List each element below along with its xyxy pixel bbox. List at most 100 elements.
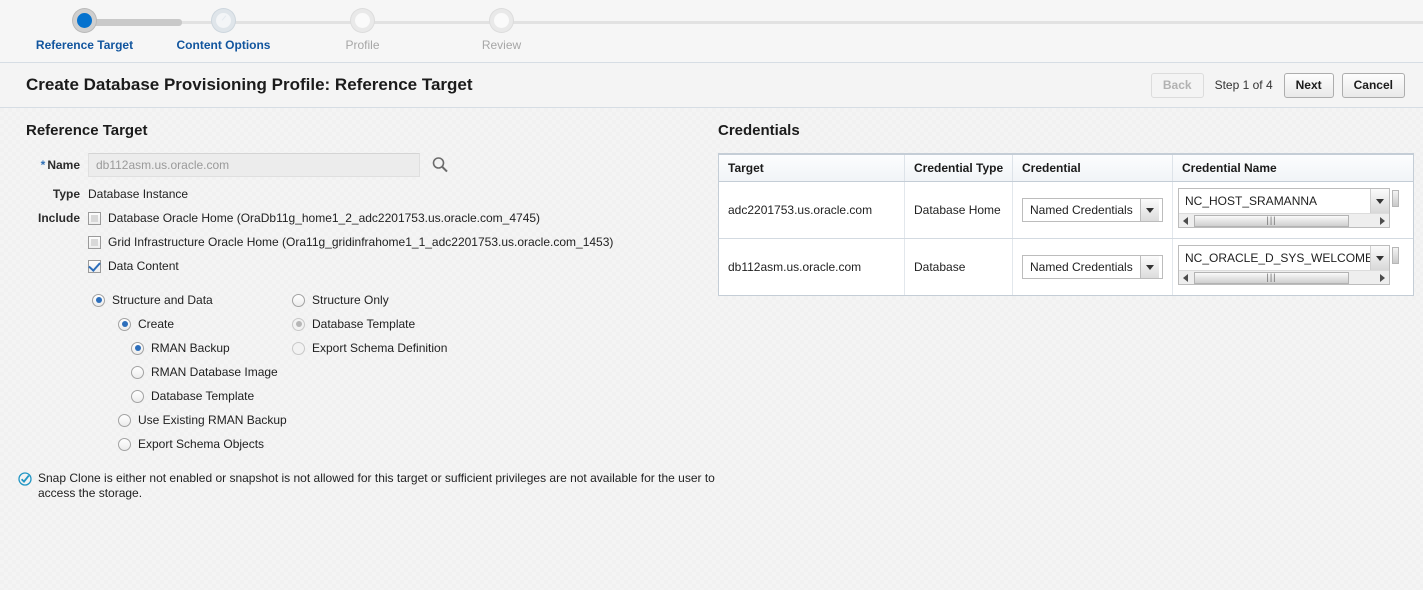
column-header-target[interactable]: Target	[719, 155, 905, 181]
type-row: Type Database Instance	[26, 187, 700, 201]
cell-credential-type: Database Home	[905, 182, 1013, 238]
cell-target: adc2201753.us.oracle.com	[719, 182, 905, 238]
scroll-right-arrow-icon[interactable]	[1376, 214, 1389, 227]
checkbox-icon[interactable]	[88, 235, 101, 249]
back-button[interactable]: Back	[1150, 72, 1204, 98]
next-button[interactable]: Next	[1283, 72, 1334, 98]
radio-icon[interactable]	[131, 365, 144, 379]
search-icon[interactable]	[430, 155, 450, 175]
name-input[interactable]: db112asm.us.oracle.com	[88, 153, 420, 177]
credential-name-value: NC_ORACLE_D_SYS_WELCOME	[1185, 251, 1370, 265]
train-node-icon	[212, 9, 235, 32]
credential-select-value: Named Credentials	[1030, 260, 1133, 274]
horizontal-scrollbar[interactable]: |||	[1179, 270, 1389, 284]
grip-icon: |||	[1266, 215, 1277, 225]
include-option-database-oracle-home[interactable]: Database Oracle Home (OraDb11g_home1_2_a…	[88, 211, 613, 225]
include-options: Database Oracle Home (OraDb11g_home1_2_a…	[88, 211, 613, 283]
radio-database-template-disabled: Database Template	[292, 317, 552, 331]
header-actions: Back Step 1 of 4 Next Cancel	[1150, 72, 1405, 98]
radio-export-schema-objects[interactable]: Export Schema Objects	[118, 437, 700, 451]
train-step-label: Review	[481, 38, 522, 52]
radio-icon[interactable]	[292, 293, 305, 307]
radio-label: Database Template	[151, 389, 255, 403]
export-schema-objects-row: Export Schema Objects	[118, 437, 700, 451]
include-label: Include	[37, 211, 80, 225]
checkbox-icon[interactable]	[88, 211, 101, 225]
scrollbar-track[interactable]: |||	[1192, 271, 1376, 284]
scrollbar-thumb[interactable]: |||	[1194, 271, 1349, 284]
create-row: Create Database Template	[118, 317, 700, 341]
scrollbar-thumb[interactable]: |||	[1194, 214, 1349, 227]
radio-rman-backup[interactable]: RMAN Backup	[131, 341, 292, 355]
radio-selected-icon[interactable]	[92, 293, 105, 307]
radio-database-template-child[interactable]: Database Template	[131, 389, 700, 403]
train-node-icon	[73, 9, 96, 32]
radio-label: Structure Only	[312, 293, 389, 307]
cell-credential-type: Database	[905, 239, 1013, 295]
train-step-profile[interactable]: Profile	[293, 0, 432, 52]
column-resize-handle[interactable]	[1392, 190, 1399, 207]
radio-use-existing-rman-backup[interactable]: Use Existing RMAN Backup	[118, 413, 700, 427]
scrollbar-track[interactable]: |||	[1192, 214, 1376, 227]
radio-disabled-icon	[292, 341, 305, 355]
horizontal-scrollbar[interactable]: |||	[1179, 213, 1389, 227]
column-header-credential[interactable]: Credential	[1013, 155, 1173, 181]
include-row: Include Database Oracle Home (OraDb11g_h…	[26, 211, 700, 283]
reference-target-panel: Reference Target * Name db112asm.us.oracl…	[0, 122, 700, 461]
include-option-grid-infrastructure-oracle-home[interactable]: Grid Infrastructure Oracle Home (Ora11g_…	[88, 235, 613, 249]
radio-icon[interactable]	[118, 413, 131, 427]
radio-disabled-icon	[292, 317, 305, 331]
table-row: db112asm.us.oracle.com Database Named Cr…	[719, 239, 1413, 295]
train-step-review[interactable]: Review	[432, 0, 571, 52]
snap-clone-message-text: Snap Clone is either not enabled or snap…	[38, 471, 715, 500]
reference-target-section-title: Reference Target	[26, 122, 148, 139]
radio-structure-and-data[interactable]: Structure and Data	[92, 293, 292, 307]
credential-name-lov-top: NC_ORACLE_D_SYS_WELCOME	[1179, 246, 1389, 270]
credential-name-lov[interactable]: NC_ORACLE_D_SYS_WELCOME |||	[1178, 245, 1390, 285]
checkbox-checked-icon[interactable]	[88, 259, 101, 273]
train-step-content-options[interactable]: Content Options	[154, 0, 293, 52]
radio-rman-database-image[interactable]: RMAN Database Image	[131, 365, 700, 379]
cell-credential: Named Credentials	[1013, 239, 1173, 295]
database-template-child-row: Database Template	[131, 389, 700, 403]
column-header-credential-type[interactable]: Credential Type	[905, 155, 1013, 181]
credential-name-lov[interactable]: NC_HOST_SRAMANNA |||	[1178, 188, 1390, 228]
column-header-credential-name[interactable]: Credential Name	[1173, 155, 1413, 181]
credential-name-lov-wrap: NC_ORACLE_D_SYS_WELCOME |||	[1178, 245, 1408, 285]
include-option-label: Database Oracle Home (OraDb11g_home1_2_a…	[108, 211, 541, 225]
credential-select[interactable]: Named Credentials	[1022, 255, 1163, 279]
cancel-button[interactable]: Cancel	[1341, 72, 1405, 98]
structure-right-col: Structure Only	[292, 293, 552, 317]
radio-selected-icon[interactable]	[118, 317, 131, 331]
scroll-left-arrow-icon[interactable]	[1179, 271, 1192, 284]
chevron-down-icon[interactable]	[1370, 246, 1389, 270]
credential-select[interactable]: Named Credentials	[1022, 198, 1163, 222]
column-resize-handle[interactable]	[1392, 247, 1399, 264]
grip-icon: |||	[1266, 272, 1277, 282]
cell-credential-name: NC_HOST_SRAMANNA |||	[1173, 182, 1413, 238]
credentials-section-title: Credentials	[718, 122, 800, 139]
train-steps: Reference Target Content Options Profile…	[0, 0, 1423, 52]
type-label: Type	[52, 187, 80, 201]
cell-target: db112asm.us.oracle.com	[719, 239, 905, 295]
table-row: adc2201753.us.oracle.com Database Home N…	[719, 182, 1413, 239]
radio-label: Export Schema Objects	[138, 437, 265, 451]
structure-row: Structure and Data Structure Only	[92, 293, 700, 317]
credential-name-value: NC_HOST_SRAMANNA	[1185, 194, 1318, 208]
radio-icon[interactable]	[131, 389, 144, 403]
credentials-panel: Credentials Target Credential Type Crede…	[700, 122, 1414, 461]
include-option-data-content[interactable]: Data Content	[88, 259, 613, 273]
radio-label: Create	[138, 317, 175, 331]
scroll-left-arrow-icon[interactable]	[1179, 214, 1192, 227]
radio-icon[interactable]	[118, 437, 131, 451]
radio-structure-only[interactable]: Structure Only	[292, 293, 552, 307]
credential-name-lov-top: NC_HOST_SRAMANNA	[1179, 189, 1389, 213]
chevron-down-icon[interactable]	[1139, 199, 1159, 221]
radio-selected-icon[interactable]	[131, 341, 144, 355]
chevron-down-icon[interactable]	[1370, 189, 1389, 213]
scroll-right-arrow-icon[interactable]	[1376, 271, 1389, 284]
radio-create[interactable]: Create	[118, 317, 292, 331]
chevron-down-icon[interactable]	[1139, 256, 1159, 278]
type-value: Database Instance	[88, 187, 189, 201]
train-step-reference-target[interactable]: Reference Target	[15, 0, 154, 52]
